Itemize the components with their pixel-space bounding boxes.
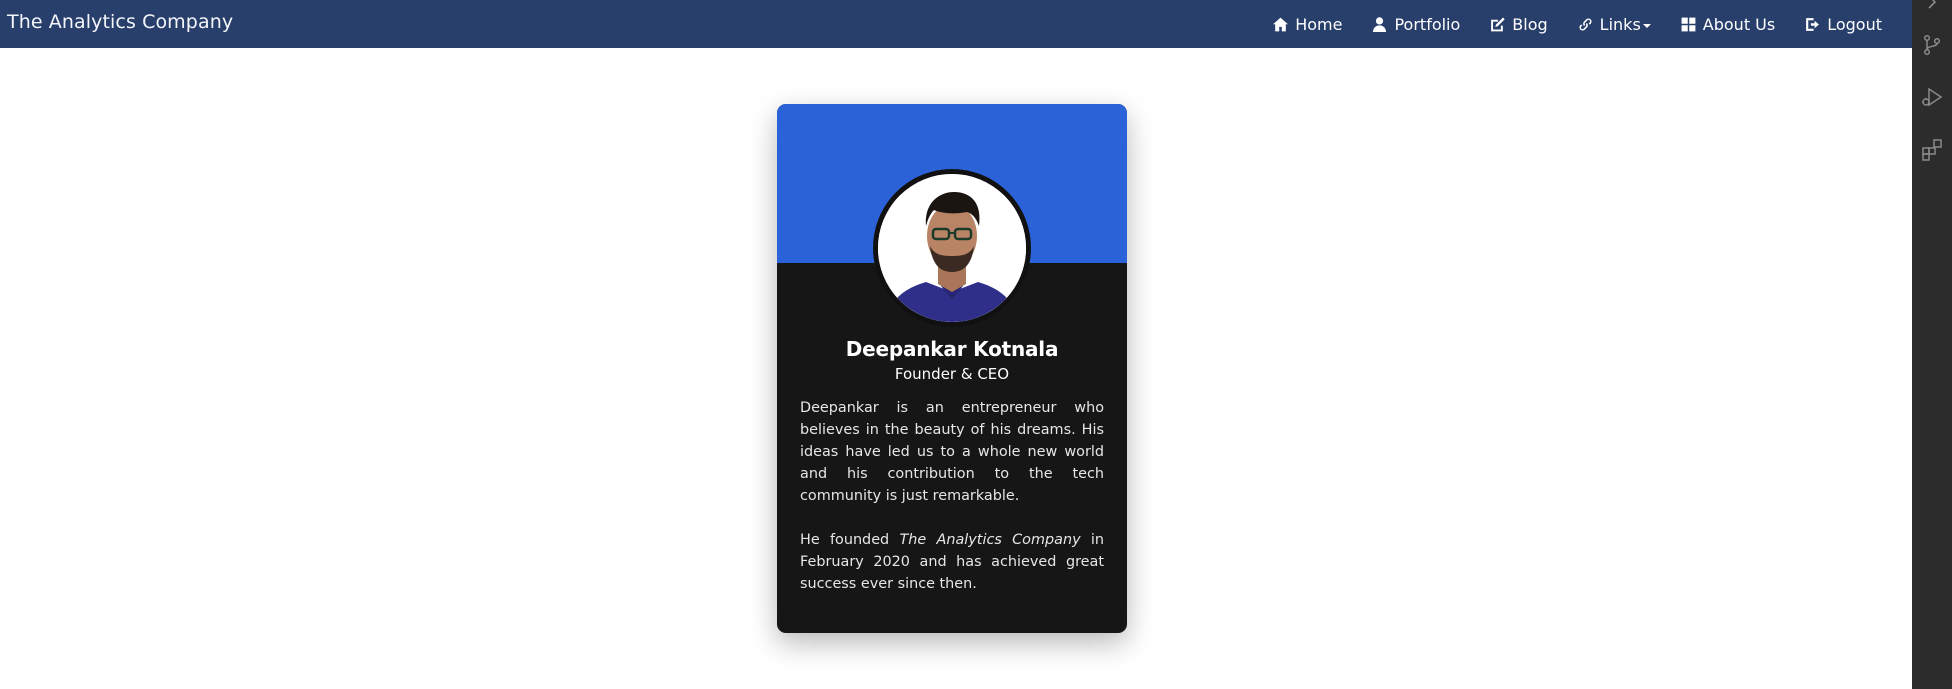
profile-card: Deepankar Kotnala Founder & CEO Deepanka… [777, 104, 1127, 633]
edit-icon [1491, 16, 1506, 31]
activity-bar [1912, 0, 1952, 689]
nav-links-dropdown[interactable]: Links [1577, 15, 1651, 34]
nav-logout[interactable]: Logout [1804, 15, 1882, 34]
grid-icon [1681, 17, 1696, 31]
bio-text-prefix: He founded [800, 532, 900, 548]
extensions-icon[interactable] [1920, 138, 1944, 162]
profile-bio-paragraph-2: He founded The Analytics Company in Febr… [800, 529, 1104, 595]
nav-home[interactable]: Home [1272, 15, 1342, 34]
run-debug-icon[interactable] [1920, 85, 1944, 109]
bio-company-name: The Analytics Company [899, 532, 1081, 548]
profile-photo [878, 174, 1026, 322]
nav-logout-label: Logout [1827, 14, 1882, 34]
brand-title[interactable]: The Analytics Company [7, 11, 233, 33]
link-icon [1579, 17, 1592, 31]
nav-blog[interactable]: Blog [1489, 14, 1548, 34]
nav-links-label: Links [1599, 14, 1641, 34]
user-icon [1373, 16, 1387, 32]
nav-links: Home Portfolio Blog Links About Us Logou… [1243, 0, 1882, 48]
profile-bio-paragraph-1: Deepankar is an entrepreneur who believe… [800, 400, 1104, 504]
nav-about-us-label: About Us [1702, 14, 1776, 34]
avatar [873, 169, 1031, 327]
caret-down-icon [1642, 24, 1651, 28]
nav-portfolio-label: Portfolio [1394, 14, 1461, 34]
nav-about-us[interactable]: About Us [1680, 15, 1775, 34]
profile-role: Founder & CEO [894, 365, 1010, 383]
top-navbar: The Analytics Company Home Portfolio Blo… [0, 0, 1912, 48]
home-icon [1273, 17, 1289, 31]
nav-home-label: Home [1295, 14, 1343, 34]
nav-blog-label: Blog [1512, 14, 1548, 34]
profile-name: Deepankar Kotnala [845, 337, 1059, 361]
chevron-right-icon[interactable] [1920, 0, 1944, 14]
logout-icon [1806, 17, 1820, 31]
nav-portfolio[interactable]: Portfolio [1371, 15, 1460, 34]
source-control-icon[interactable] [1920, 33, 1944, 57]
